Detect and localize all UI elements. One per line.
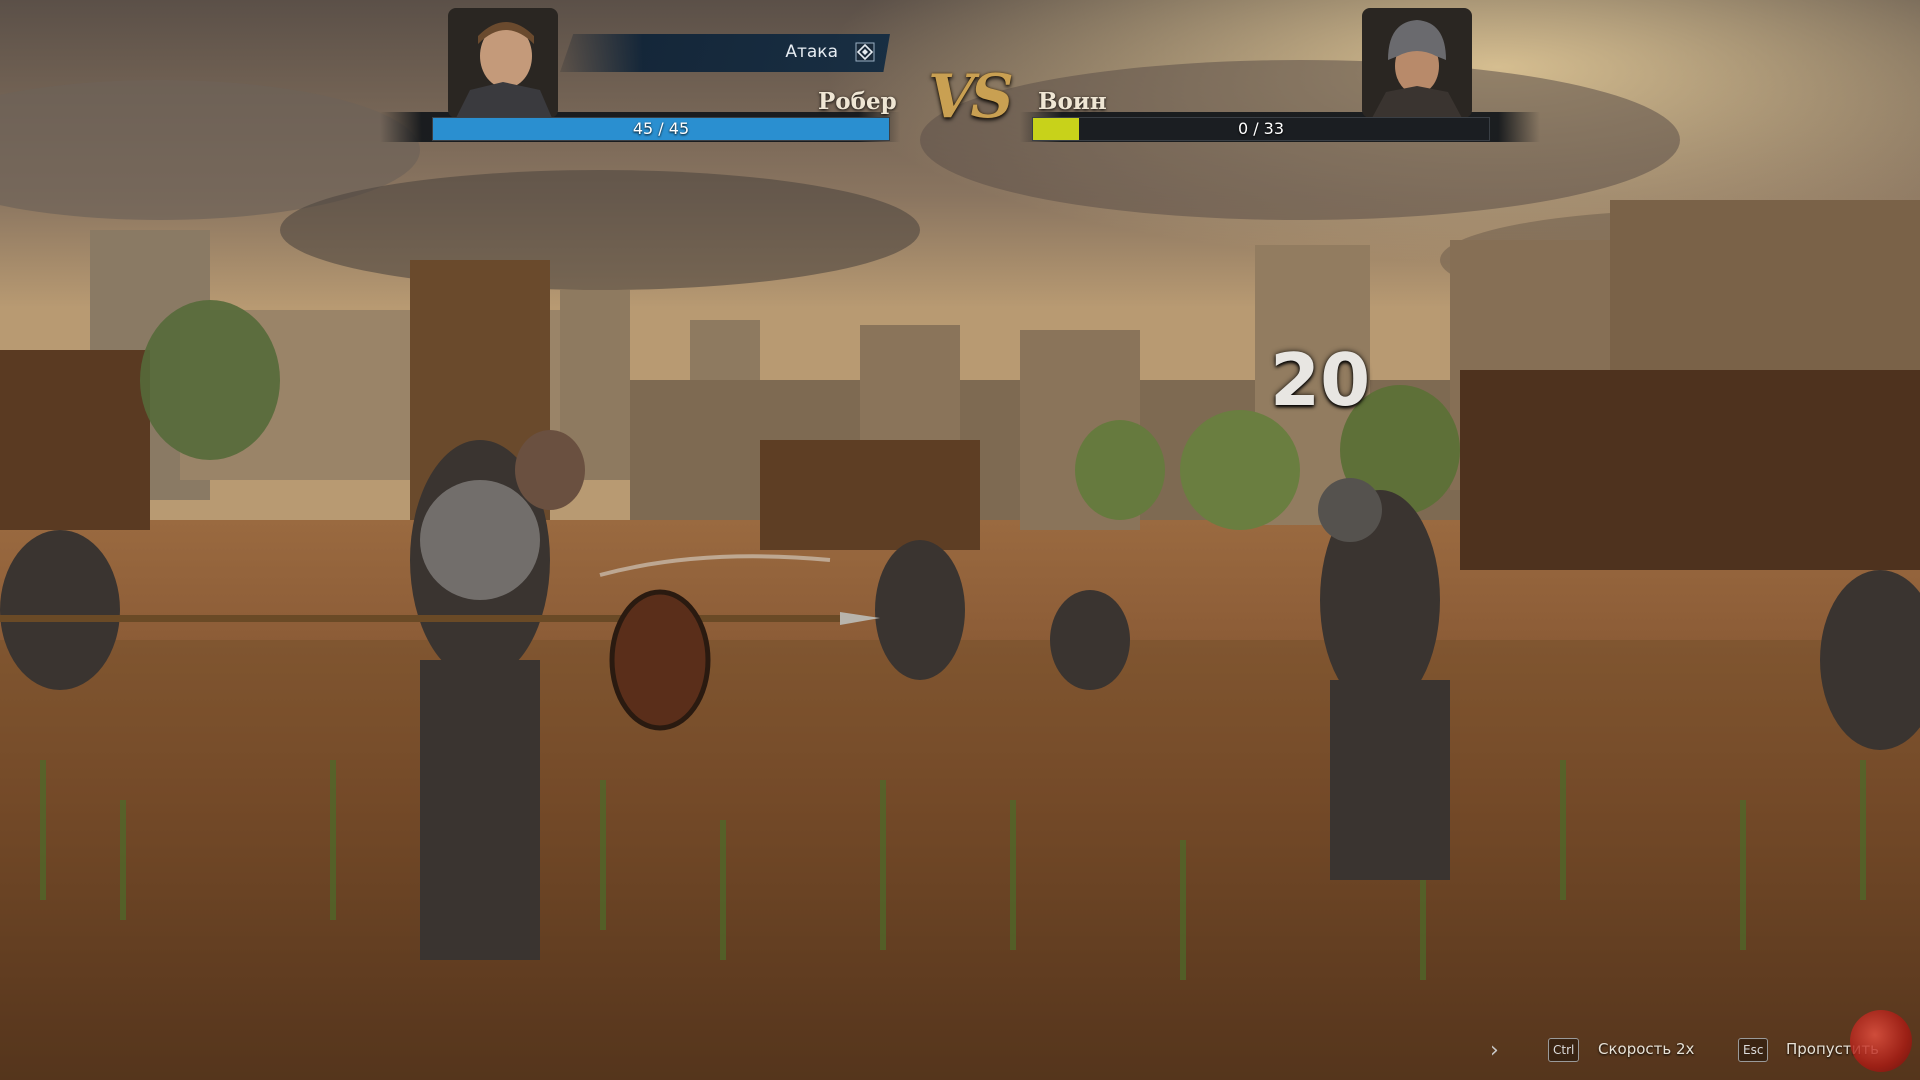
speed-label: Скорость 2x [1598,1040,1695,1058]
esc-key-icon: Esc [1738,1038,1769,1062]
action-label: Атака [785,42,838,62]
enemy-health-bar: 0 / 33 [1032,117,1490,141]
player-health-bar: 45 / 45 [432,117,890,141]
diamond-action-icon [854,41,876,63]
action-indicator: Атака [560,34,890,72]
battlefield-scene [0,0,1920,1080]
ctrl-key-icon: Ctrl [1548,1038,1580,1062]
enemy-portrait [1362,8,1472,118]
player-portrait [448,8,558,118]
versus-emblem: VS [928,62,1014,132]
player-name: Робер [818,88,897,115]
enemy-name: Воин [1038,88,1107,115]
damage-number: 20 [1270,338,1371,422]
player-health-text: 45 / 45 [632,119,690,138]
chevron-right-icon: › [1490,1038,1499,1063]
battle-controls: › Ctrl Скорость 2x Esc Пропустить [1490,1036,1910,1066]
watermark-seal-icon [1850,1010,1912,1072]
battle-hud: Робер 45 / 45 Атака VS Воин 0 / 33 [0,0,1920,160]
enemy-health-text: 0 / 33 [1237,119,1285,138]
